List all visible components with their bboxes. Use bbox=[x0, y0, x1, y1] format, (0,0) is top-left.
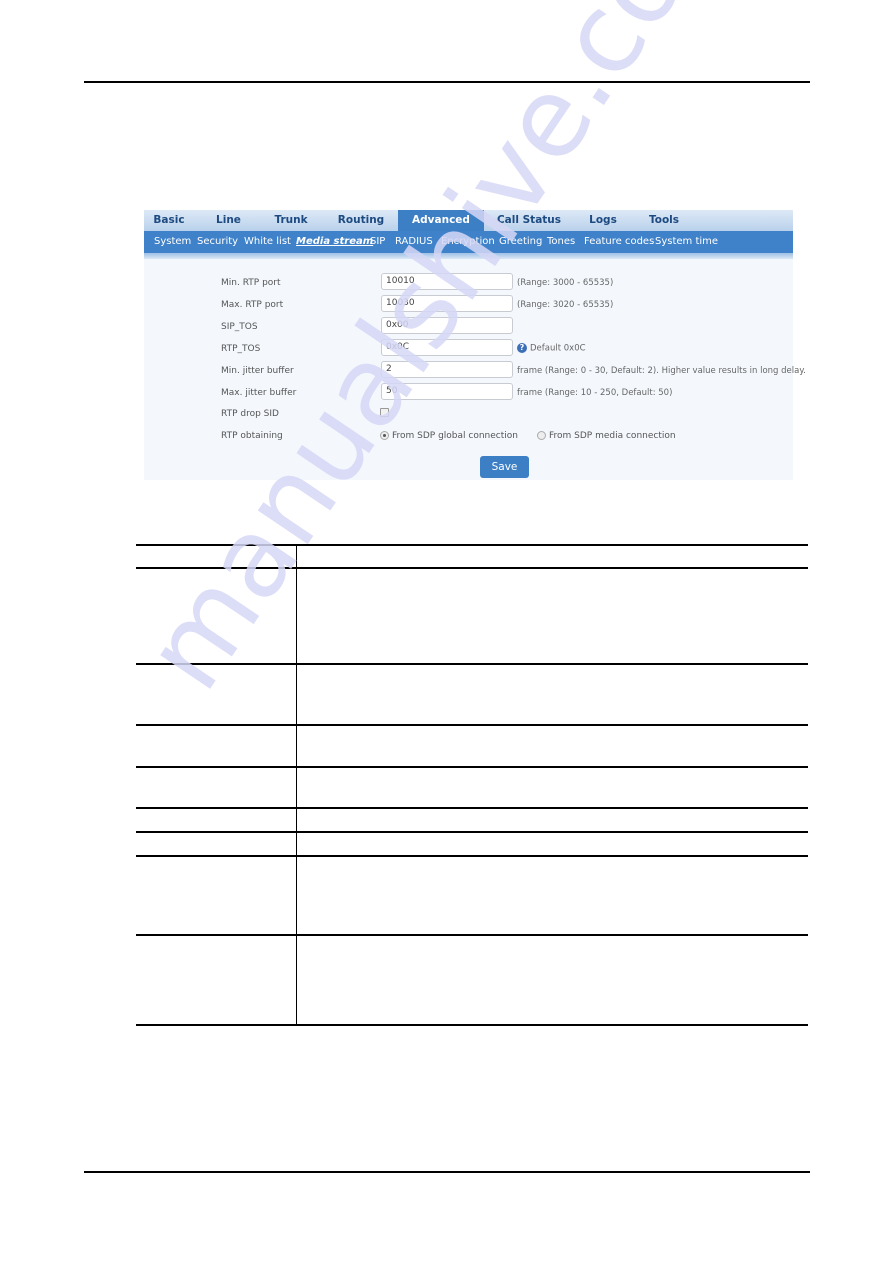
table-rule bbox=[136, 567, 808, 569]
footer-rule bbox=[84, 1171, 810, 1173]
subtab-sip[interactable]: SIP bbox=[370, 231, 385, 253]
min-jitter-buffer-label: Min. jitter buffer bbox=[221, 366, 294, 376]
media-stream-settings-panel: Basic Line Trunk Routing Advanced Call S… bbox=[144, 210, 806, 480]
subtab-media-stream[interactable]: Media stream bbox=[296, 231, 373, 253]
table-rule bbox=[136, 831, 808, 833]
subtab-system-time[interactable]: System time bbox=[655, 231, 718, 253]
tab-routing[interactable]: Routing bbox=[330, 210, 392, 231]
rtp-tos-label: RTP_TOS bbox=[221, 344, 261, 354]
nav-shadow-strip bbox=[144, 253, 793, 259]
tab-trunk[interactable]: Trunk bbox=[266, 210, 316, 231]
sip-tos-label: SIP_TOS bbox=[221, 322, 258, 332]
main-nav: Basic Line Trunk Routing Advanced Call S… bbox=[144, 210, 793, 231]
table-rule bbox=[136, 807, 808, 809]
rtp-tos-hint-text: Default 0x0C bbox=[530, 343, 586, 354]
save-button[interactable]: Save bbox=[480, 456, 529, 478]
min-rtp-port-hint: (Range: 3000 - 65535) bbox=[517, 278, 614, 288]
table-rule bbox=[136, 934, 808, 936]
tab-logs[interactable]: Logs bbox=[584, 210, 622, 231]
question-circle-icon[interactable]: ? bbox=[517, 343, 527, 353]
subtab-tones[interactable]: Tones bbox=[547, 231, 575, 253]
sub-nav: System Security White list Media stream … bbox=[144, 231, 793, 253]
radio-sdp-media-label: From SDP media connection bbox=[549, 431, 676, 441]
tab-basic[interactable]: Basic bbox=[144, 210, 194, 231]
min-rtp-port-label: Min. RTP port bbox=[221, 278, 281, 288]
tab-line[interactable]: Line bbox=[206, 210, 251, 231]
rtp-tos-input[interactable] bbox=[381, 339, 513, 356]
subtab-feature-codes[interactable]: Feature codes bbox=[584, 231, 654, 253]
tab-call-status[interactable]: Call Status bbox=[494, 210, 564, 231]
max-rtp-port-hint: (Range: 3020 - 65535) bbox=[517, 300, 614, 310]
subtab-radius[interactable]: RADIUS bbox=[395, 231, 433, 253]
min-jitter-buffer-input[interactable] bbox=[381, 361, 513, 378]
max-jitter-buffer-label: Max. jitter buffer bbox=[221, 388, 297, 398]
table-rule bbox=[136, 766, 808, 768]
sip-tos-input[interactable] bbox=[381, 317, 513, 334]
rtp-drop-sid-label: RTP drop SID bbox=[221, 409, 279, 419]
radio-sdp-media[interactable] bbox=[537, 431, 546, 440]
rtp-tos-hint: ? Default 0x0C bbox=[517, 343, 586, 354]
table-rule bbox=[136, 544, 808, 546]
max-rtp-port-label: Max. RTP port bbox=[221, 300, 284, 310]
table-rule bbox=[136, 1024, 808, 1026]
header-rule bbox=[84, 81, 810, 83]
subtab-white-list[interactable]: White list bbox=[244, 231, 291, 253]
table-rule bbox=[136, 855, 808, 857]
radio-sdp-global-label: From SDP global connection bbox=[392, 431, 518, 441]
tab-tools[interactable]: Tools bbox=[644, 210, 684, 231]
table-rule bbox=[136, 724, 808, 726]
subtab-greeting[interactable]: Greeting bbox=[499, 231, 542, 253]
max-rtp-port-input[interactable] bbox=[381, 295, 513, 312]
rtp-obtaining-label: RTP obtaining bbox=[221, 431, 283, 441]
subtab-encryption[interactable]: Encryption bbox=[441, 231, 495, 253]
max-jitter-buffer-hint: frame (Range: 10 - 250, Default: 50) bbox=[517, 388, 673, 398]
radio-sdp-global[interactable] bbox=[380, 431, 389, 440]
table-column-divider bbox=[296, 544, 297, 1026]
rtp-drop-sid-checkbox[interactable] bbox=[380, 408, 389, 417]
subtab-system[interactable]: System bbox=[154, 231, 191, 253]
table-rule bbox=[136, 663, 808, 665]
tab-advanced[interactable]: Advanced bbox=[398, 210, 484, 231]
subtab-security[interactable]: Security bbox=[197, 231, 238, 253]
min-jitter-buffer-hint: frame (Range: 0 - 30, Default: 2). Highe… bbox=[517, 366, 806, 376]
max-jitter-buffer-input[interactable] bbox=[381, 383, 513, 400]
min-rtp-port-input[interactable] bbox=[381, 273, 513, 290]
